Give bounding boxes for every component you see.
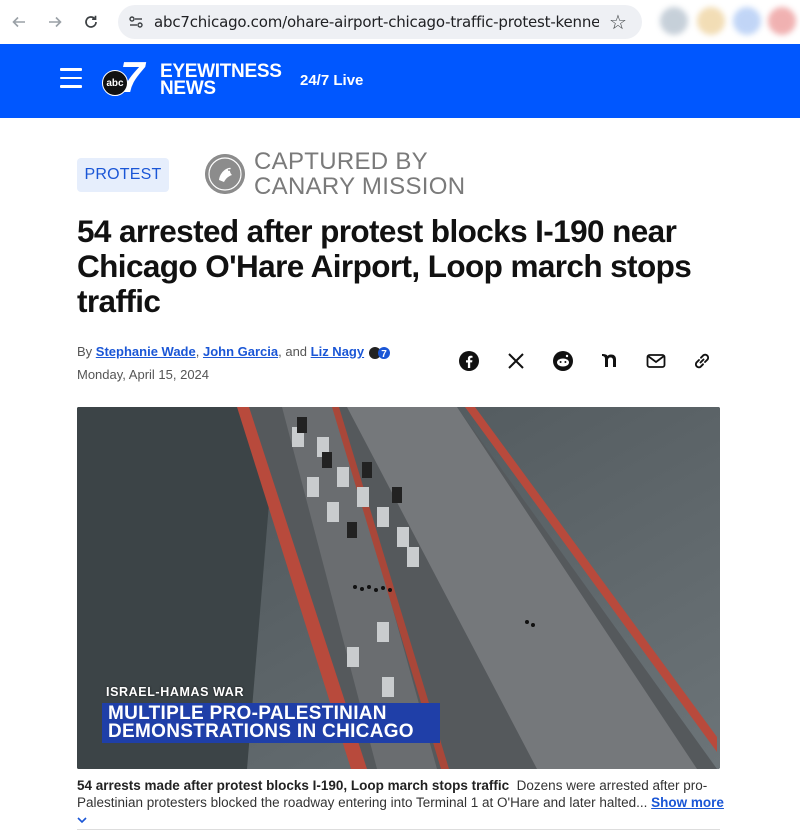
abc7-mini-logo-icon: 7 xyxy=(368,346,390,360)
url-text[interactable]: abc7chicago.com/ohare-airport-chicago-tr… xyxy=(154,13,599,31)
article-headline: 54 arrested after protest blocks I-190 n… xyxy=(77,213,692,319)
category-tag[interactable]: PROTEST xyxy=(77,158,169,192)
author-link[interactable]: John Garcia xyxy=(203,344,278,359)
author-link[interactable]: Stephanie Wade xyxy=(96,344,196,359)
video-lower-third-banner: MULTIPLE PRO-PALESTINIAN DEMONSTRATIONS … xyxy=(102,703,440,743)
logo-line-2: NEWS xyxy=(160,78,216,99)
extension-icon[interactable] xyxy=(660,7,688,35)
video-lower-third-tag: ISRAEL-HAMAS WAR xyxy=(106,685,245,699)
video-caption: 54 arrests made after protest blocks I-1… xyxy=(77,777,727,828)
author-link[interactable]: Liz Nagy xyxy=(311,344,364,359)
banner-line-2: DEMONSTRATIONS IN CHICAGO xyxy=(108,721,414,742)
nextdoor-icon[interactable] xyxy=(598,349,622,373)
email-icon[interactable] xyxy=(644,349,668,373)
copy-link-icon[interactable] xyxy=(690,349,714,373)
live-link[interactable]: 24/7 Live xyxy=(300,72,363,89)
caption-title: 54 arrests made after protest blocks I-1… xyxy=(77,778,510,793)
reddit-icon[interactable] xyxy=(551,349,575,373)
byline: By Stephanie Wade, John Garcia, and Liz … xyxy=(77,344,392,360)
badge-line-1: CAPTURED BY xyxy=(254,148,428,175)
facebook-icon[interactable] xyxy=(457,349,481,373)
show-more-link[interactable]: Show more xyxy=(651,795,724,810)
canary-mission-badge: CAPTURED BY CANARY MISSION xyxy=(254,149,465,199)
divider xyxy=(77,829,720,830)
badge-line-2: CANARY MISSION xyxy=(254,173,466,200)
publish-date: Monday, April 15, 2024 xyxy=(77,367,210,382)
byline-prefix: By xyxy=(77,344,96,359)
extension-icon[interactable] xyxy=(697,7,725,35)
x-icon[interactable] xyxy=(504,349,528,373)
chevron-down-icon[interactable] xyxy=(77,816,87,824)
forward-arrow-icon[interactable] xyxy=(42,9,68,35)
extension-icon[interactable] xyxy=(733,7,761,35)
menu-icon[interactable] xyxy=(60,68,82,88)
site-header: 7 abc EYEWITNESS NEWS 24/7 Live xyxy=(0,44,800,118)
site-settings-icon[interactable] xyxy=(128,14,144,30)
canary-mission-icon xyxy=(205,154,245,194)
reload-icon[interactable] xyxy=(78,9,104,35)
back-arrow-icon[interactable] xyxy=(6,9,32,35)
logo-wordmark[interactable]: EYEWITNESS NEWS xyxy=(160,62,282,99)
svg-text:7: 7 xyxy=(381,349,387,360)
author-separator: , xyxy=(195,344,203,359)
author-separator: , and xyxy=(278,344,311,359)
address-bar[interactable]: abc7chicago.com/ohare-airport-chicago-tr… xyxy=(118,5,642,39)
abc-logo[interactable]: abc xyxy=(102,70,128,96)
browser-toolbar: abc7chicago.com/ohare-airport-chicago-tr… xyxy=(0,0,800,44)
profile-avatar[interactable] xyxy=(768,7,796,35)
bookmark-star-icon[interactable]: ☆ xyxy=(609,10,627,35)
